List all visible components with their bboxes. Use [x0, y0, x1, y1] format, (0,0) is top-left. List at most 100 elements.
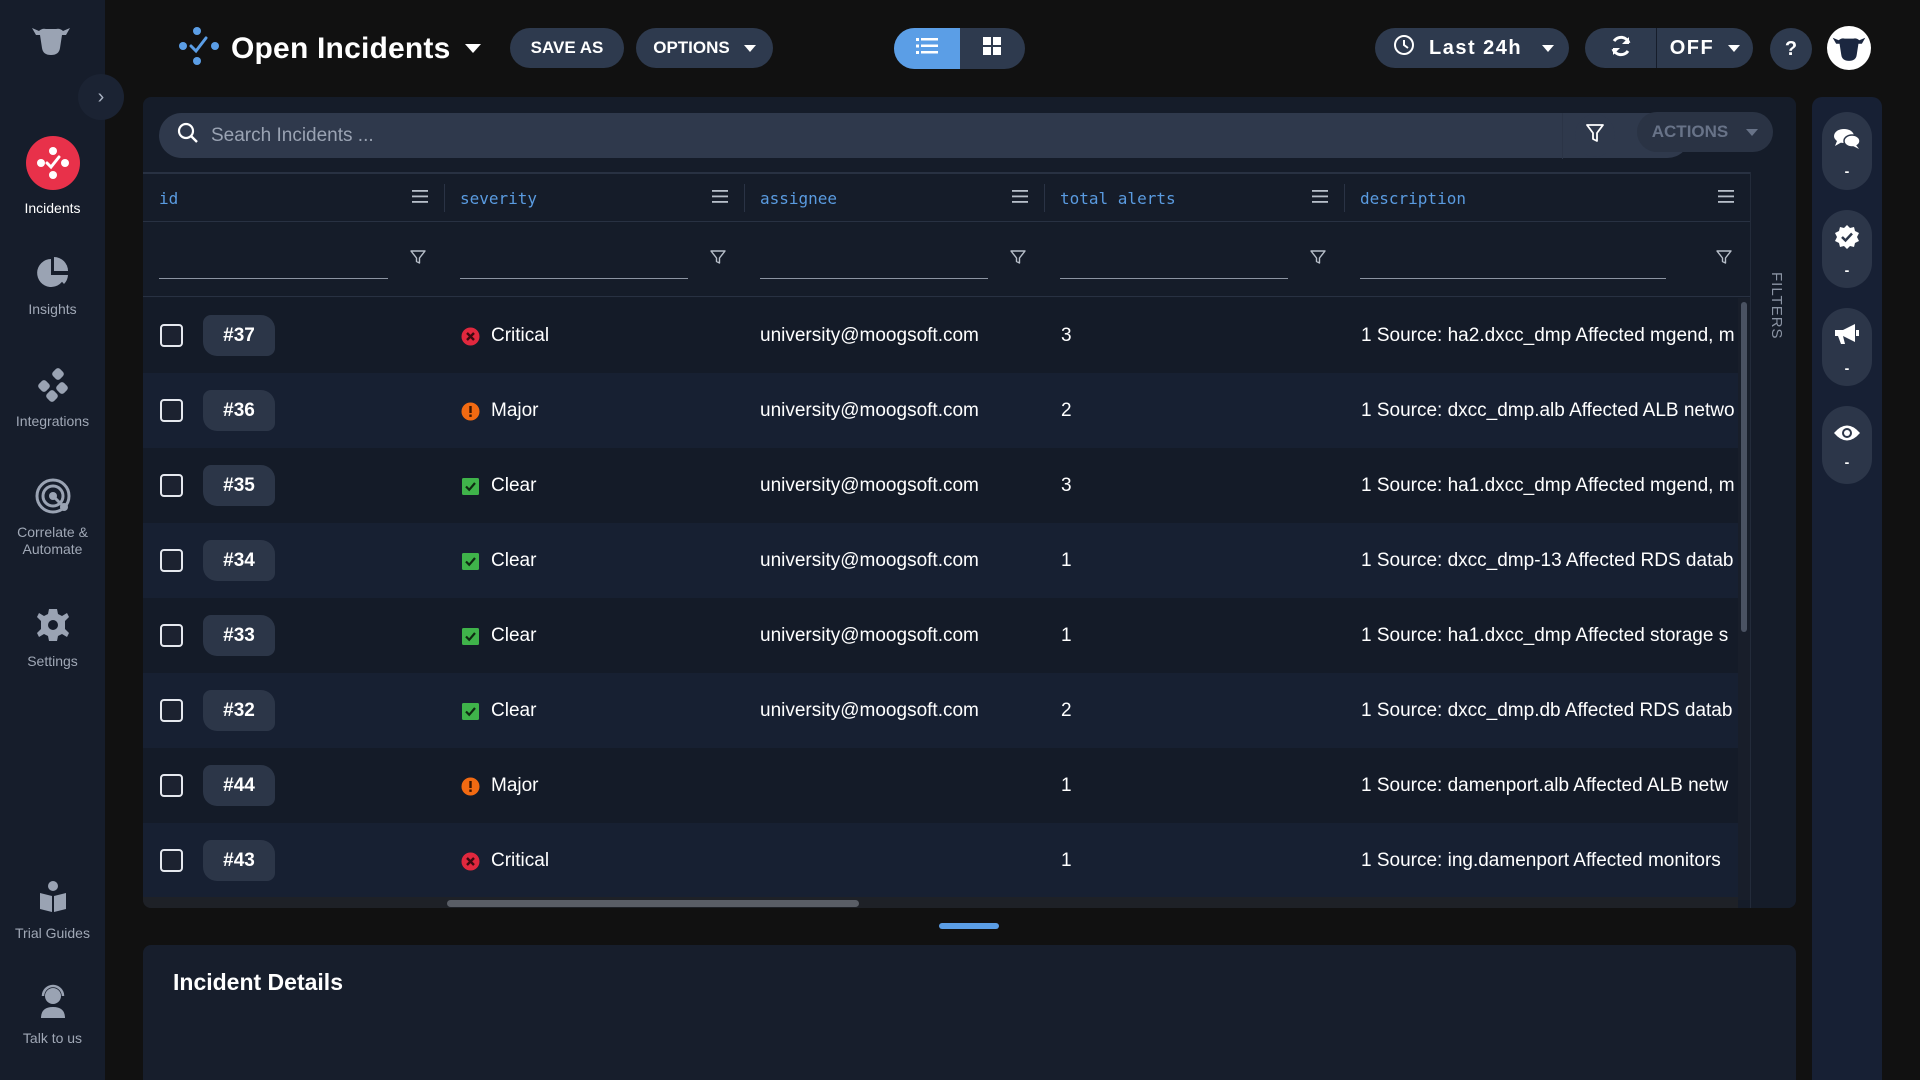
- incident-id-badge[interactable]: #44: [203, 765, 275, 806]
- total-alerts-cell: 1: [1061, 775, 1072, 796]
- column-header-assignee[interactable]: assignee: [744, 174, 1044, 221]
- incident-id-badge[interactable]: #35: [203, 465, 275, 506]
- column-filter-input[interactable]: [159, 245, 388, 277]
- severity-cell: Major: [461, 400, 539, 422]
- column-menu-icon[interactable]: [412, 190, 428, 203]
- sidebar-item-correlate-automate[interactable]: Correlate & Automate: [0, 476, 105, 558]
- sidebar-item-incidents[interactable]: Incidents: [0, 136, 105, 217]
- table-row[interactable]: #34 Clear university@moogsoft.com 1 1 Source…: [143, 523, 1738, 598]
- severity-cell: Clear: [461, 625, 536, 647]
- table-row[interactable]: #37 Critical university@moogsoft.com 3 1 Sou…: [143, 298, 1738, 373]
- row-checkbox[interactable]: [160, 474, 183, 497]
- table-row[interactable]: #36 Major university@moogsoft.com 2 1 Source…: [143, 373, 1738, 448]
- chevron-down-icon: [1728, 44, 1741, 52]
- row-checkbox[interactable]: [160, 324, 183, 347]
- column-filter-severity: [444, 223, 744, 296]
- column-menu-icon[interactable]: [712, 190, 728, 203]
- save-as-button[interactable]: SAVE AS: [510, 28, 624, 68]
- column-header-description[interactable]: description: [1344, 174, 1750, 221]
- column-menu-icon[interactable]: [1012, 190, 1028, 203]
- sidebar-item-label: Incidents: [24, 200, 81, 216]
- rail-announcements-button[interactable]: -: [1822, 308, 1872, 386]
- funnel-icon[interactable]: [710, 249, 726, 265]
- column-separator[interactable]: [744, 184, 745, 212]
- refresh-interval-dropdown[interactable]: OFF: [1657, 28, 1753, 68]
- rail-comments-button[interactable]: -: [1822, 112, 1872, 190]
- funnel-icon[interactable]: [410, 249, 426, 265]
- description-cell: 1 Source: dxcc_dmp-13 Affected RDS datab: [1361, 550, 1734, 571]
- actions-dropdown[interactable]: ACTIONS: [1637, 112, 1773, 152]
- table-row[interactable]: #35 Clear university@moogsoft.com 3 1 Source…: [143, 448, 1738, 523]
- sidebar-item-insights[interactable]: Insights: [0, 253, 105, 318]
- table-row[interactable]: #43 Critical 1 1 Source: ing.damenport Affe…: [143, 823, 1738, 898]
- help-button[interactable]: ?: [1770, 28, 1812, 70]
- column-filter-input[interactable]: [460, 245, 688, 277]
- toolbar-divider: [1562, 113, 1563, 159]
- incident-id-badge[interactable]: #37: [203, 315, 275, 356]
- megaphone-icon: [1833, 322, 1861, 353]
- incident-id-badge[interactable]: #33: [203, 615, 275, 656]
- funnel-icon[interactable]: [1310, 249, 1326, 265]
- rail-verified-button[interactable]: -: [1822, 210, 1872, 288]
- column-header-label: assignee: [760, 189, 838, 208]
- severity-label: Clear: [491, 550, 537, 571]
- grid-view-button[interactable]: [960, 28, 1026, 69]
- funnel-icon[interactable]: [1716, 249, 1732, 265]
- time-range-dropdown[interactable]: Last 24h: [1375, 28, 1569, 68]
- view-selector[interactable]: Open Incidents: [177, 26, 481, 71]
- sidebar-item-integrations[interactable]: Integrations: [0, 365, 105, 430]
- page-title: Open Incidents: [231, 31, 451, 65]
- column-menu-icon[interactable]: [1718, 190, 1734, 203]
- incident-id-badge[interactable]: #34: [203, 540, 275, 581]
- table-row[interactable]: #44 Major 1 1 Source: damenport.alb Affecte…: [143, 748, 1738, 823]
- column-header-label: severity: [460, 189, 538, 208]
- column-filter-total-alerts: [1044, 223, 1344, 296]
- column-separator[interactable]: [1044, 184, 1045, 212]
- search-input[interactable]: [211, 124, 1611, 147]
- row-checkbox[interactable]: [160, 699, 183, 722]
- sidebar-collapse-button[interactable]: ›: [78, 74, 124, 120]
- column-header-total-alerts[interactable]: total alerts: [1044, 174, 1344, 221]
- sidebar-item-trial-guides[interactable]: Trial Guides: [0, 877, 105, 942]
- column-separator[interactable]: [444, 184, 445, 212]
- incident-id-badge[interactable]: #43: [203, 840, 275, 881]
- vertical-scrollbar-thumb[interactable]: [1741, 302, 1747, 632]
- sidebar-item-settings[interactable]: Settings: [0, 605, 105, 670]
- sidebar-item-talk-to-us[interactable]: Talk to us: [0, 982, 105, 1047]
- filter-underline: [1360, 278, 1666, 279]
- horizontal-scrollbar-thumb[interactable]: [447, 900, 859, 907]
- integrations-icon: [33, 365, 73, 405]
- column-header-id[interactable]: id: [143, 174, 444, 221]
- panel-resize-handle[interactable]: [939, 923, 999, 929]
- filters-side-tab[interactable]: FILTERS: [1750, 172, 1796, 908]
- column-header-severity[interactable]: severity: [444, 174, 744, 221]
- column-separator[interactable]: [1344, 184, 1345, 212]
- announcements-count: -: [1844, 359, 1850, 376]
- options-dropdown[interactable]: OPTIONS: [636, 28, 773, 68]
- row-checkbox[interactable]: [160, 624, 183, 647]
- row-checkbox[interactable]: [160, 549, 183, 572]
- user-avatar[interactable]: [1827, 26, 1871, 70]
- grid-icon: [983, 37, 1002, 60]
- list-view-button[interactable]: [894, 28, 960, 69]
- column-menu-icon[interactable]: [1312, 190, 1328, 203]
- row-checkbox[interactable]: [160, 399, 183, 422]
- column-filter-input[interactable]: [760, 245, 988, 277]
- table-row[interactable]: #32 Clear university@moogsoft.com 2 1 Source…: [143, 673, 1738, 748]
- description-cell: 1 Source: ha2.dxcc_dmp Affected mgend, m: [1361, 325, 1735, 346]
- incidents-panel: ACTIONS id severity assignee total alerts de…: [143, 97, 1796, 908]
- refresh-button[interactable]: [1585, 28, 1657, 68]
- row-checkbox[interactable]: [160, 849, 183, 872]
- column-filter-input[interactable]: [1360, 245, 1666, 277]
- filter-button[interactable]: [1575, 114, 1615, 157]
- incident-id-badge[interactable]: #32: [203, 690, 275, 731]
- horizontal-scrollbar[interactable]: [143, 897, 1738, 908]
- incident-id-badge[interactable]: #36: [203, 390, 275, 431]
- rail-watch-button[interactable]: -: [1822, 406, 1872, 484]
- funnel-icon[interactable]: [1010, 249, 1026, 265]
- column-filter-input[interactable]: [1060, 245, 1288, 277]
- table-row[interactable]: #33 Clear university@moogsoft.com 1 1 Source…: [143, 598, 1738, 673]
- row-checkbox[interactable]: [160, 774, 183, 797]
- assignee-cell: university@moogsoft.com: [760, 475, 979, 496]
- moogsoft-logo-icon[interactable]: [30, 22, 72, 58]
